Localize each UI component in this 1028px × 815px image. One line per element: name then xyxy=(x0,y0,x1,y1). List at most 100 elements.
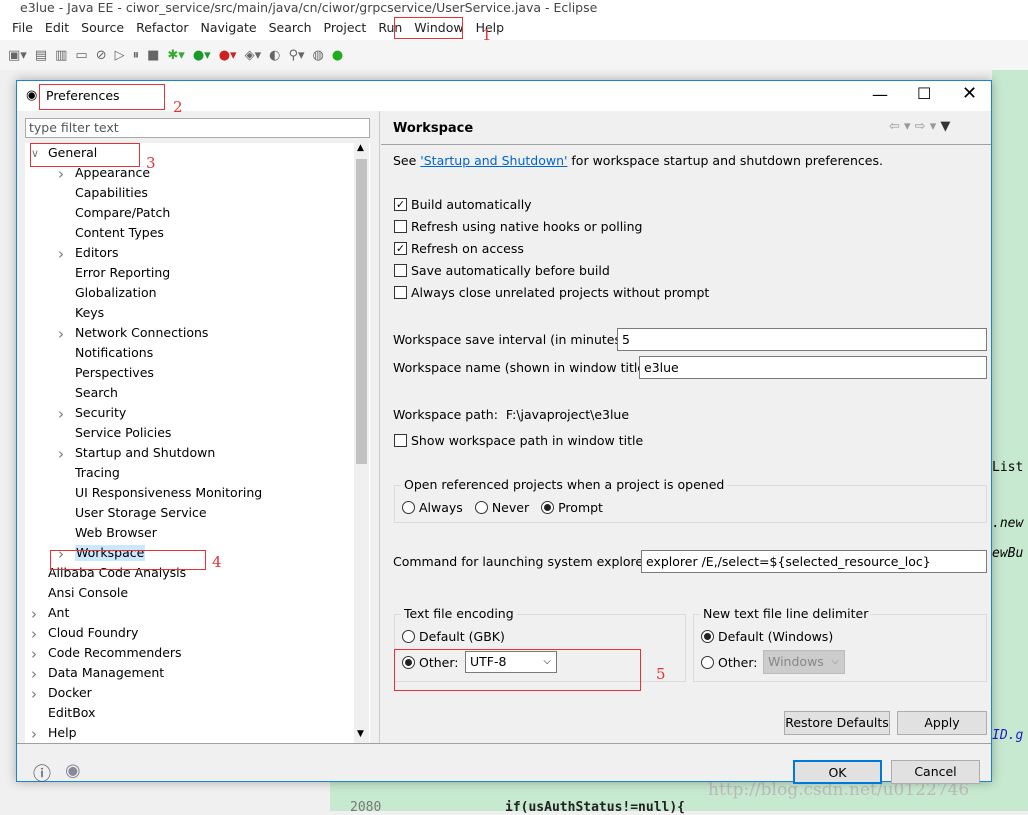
checkbox-box[interactable]: ✓ xyxy=(394,198,407,211)
tree-item[interactable]: Ant xyxy=(48,603,69,623)
filter-input[interactable]: type filter text xyxy=(25,118,370,138)
chevron-right-icon[interactable]: › xyxy=(58,244,64,264)
tree-item[interactable]: Globalization xyxy=(75,283,157,303)
startup-shutdown-link[interactable]: 'Startup and Shutdown' xyxy=(420,153,567,168)
chevron-right-icon[interactable]: › xyxy=(31,604,37,624)
checkbox-box[interactable]: ✓ xyxy=(394,242,407,255)
tree-item[interactable]: Startup and Shutdown xyxy=(75,443,215,463)
tree-item[interactable]: Keys xyxy=(75,303,104,323)
help-icon[interactable]: ⓘ xyxy=(33,760,51,786)
restore-defaults-button[interactable]: Restore Defaults xyxy=(784,711,890,735)
checkbox-box[interactable] xyxy=(394,264,407,277)
chevron-right-icon[interactable]: › xyxy=(31,684,37,704)
tree-item[interactable]: Security xyxy=(75,403,126,423)
run-server-icon[interactable]: ●▾ xyxy=(219,48,237,63)
minimize-button[interactable]: — xyxy=(872,85,888,104)
tree-item[interactable]: Ansi Console xyxy=(48,583,128,603)
delimiter-other-radio[interactable]: Other: xyxy=(701,655,757,670)
tree-item[interactable]: Help xyxy=(48,723,77,743)
tree-item[interactable]: Web Browser xyxy=(75,523,157,543)
chevron-right-icon[interactable]: › xyxy=(58,444,64,464)
tree-item[interactable]: Notifications xyxy=(75,343,153,363)
radio-button[interactable] xyxy=(541,501,555,514)
open-type-icon[interactable]: ◐ xyxy=(269,48,280,63)
import-export-icon[interactable]: ◉ xyxy=(65,760,81,781)
encoding-default-radio[interactable]: Default (GBK) xyxy=(402,629,505,644)
new-icon[interactable]: ▣▾ xyxy=(8,48,27,63)
stop-icon[interactable]: ■ xyxy=(147,48,159,63)
show-path-checkbox[interactable]: Show workspace path in window title xyxy=(394,433,643,448)
radio-button[interactable] xyxy=(474,501,488,514)
tree-item[interactable]: Network Connections xyxy=(75,323,208,343)
new-project-icon[interactable]: ◈▾ xyxy=(245,48,262,63)
checkbox-0[interactable]: ✓ Build automatically xyxy=(394,197,532,212)
menu-source[interactable]: Source xyxy=(75,18,130,40)
chevron-right-icon[interactable]: › xyxy=(31,644,37,664)
skip-icon[interactable]: ⊘ xyxy=(96,48,107,63)
checkbox-4[interactable]: Always close unrelated projects without … xyxy=(394,285,709,300)
tree-item[interactable]: Capabilities xyxy=(75,183,148,203)
save-all-icon[interactable]: ▥ xyxy=(55,48,67,63)
checkbox-1[interactable]: Refresh using native hooks or polling xyxy=(394,219,643,234)
ok-button[interactable]: OK xyxy=(793,760,882,784)
nav-back-forward[interactable]: ⇦ ▾ ⇨ ▾ ▼ xyxy=(889,119,950,134)
explorer-command-input[interactable]: explorer /E,/select=${selected_resource_… xyxy=(641,550,987,573)
workspace-name-input[interactable]: e3lue xyxy=(639,356,987,379)
header-divider xyxy=(381,144,991,145)
tree-item[interactable]: Content Types xyxy=(75,223,164,243)
open-ref-radio-prompt[interactable]: Prompt xyxy=(541,500,603,515)
tree-item[interactable]: Service Policies xyxy=(75,423,171,443)
chevron-right-icon[interactable]: › xyxy=(58,164,64,184)
save-interval-input[interactable]: 5 xyxy=(617,328,987,351)
scrollbar-thumb[interactable] xyxy=(356,159,367,464)
tree-item[interactable]: Search xyxy=(75,383,118,403)
open-ref-radio-always[interactable]: Always xyxy=(402,500,463,515)
menu-project[interactable]: Project xyxy=(318,18,373,40)
chevron-right-icon[interactable]: › xyxy=(58,404,64,424)
menu-edit[interactable]: Edit xyxy=(39,18,75,40)
cancel-button[interactable]: Cancel xyxy=(891,760,980,784)
green-circle-icon[interactable]: ● xyxy=(332,48,343,63)
tree-item[interactable]: Editors xyxy=(75,243,119,263)
tree-item[interactable]: UI Responsiveness Monitoring xyxy=(75,483,262,503)
checkbox-2[interactable]: ✓ Refresh on access xyxy=(394,241,524,256)
tree-item[interactable]: EditBox xyxy=(48,703,95,723)
run-icon[interactable]: ●▾ xyxy=(193,48,211,63)
tree-item[interactable]: Error Reporting xyxy=(75,263,170,283)
apply-button[interactable]: Apply xyxy=(897,711,987,735)
globe-icon[interactable]: ◍ xyxy=(313,48,324,63)
chevron-right-icon[interactable]: › xyxy=(31,724,37,743)
tree-item[interactable]: Cloud Foundry xyxy=(48,623,138,643)
chevron-right-icon[interactable]: › xyxy=(31,664,37,684)
menu-navigate[interactable]: Navigate xyxy=(195,18,263,40)
debug-icon[interactable]: ✱▾ xyxy=(167,48,184,63)
tree-item[interactable]: User Storage Service xyxy=(75,503,207,523)
tree-item[interactable]: Data Management xyxy=(48,663,164,683)
search-icon[interactable]: ⚲▾ xyxy=(288,48,304,63)
save-icon[interactable]: ▤ xyxy=(35,48,47,63)
delimiter-select[interactable]: Windows ⌵ xyxy=(763,650,845,674)
tree-item[interactable]: Tracing xyxy=(75,463,120,483)
tree-item[interactable]: Compare/Patch xyxy=(75,203,170,223)
chevron-right-icon[interactable]: › xyxy=(58,324,64,344)
menu-file[interactable]: File xyxy=(6,18,39,40)
menu-refactor[interactable]: Refactor xyxy=(130,18,194,40)
annotation-2: 2 xyxy=(173,98,183,116)
menu-search[interactable]: Search xyxy=(263,18,318,40)
checkbox-box[interactable] xyxy=(394,220,407,233)
resume-icon[interactable]: ▷ xyxy=(115,48,125,63)
chevron-right-icon[interactable]: › xyxy=(31,624,37,644)
suspend-icon[interactable]: ⏸ xyxy=(133,48,140,63)
tree-item[interactable]: Docker xyxy=(48,683,92,703)
checkbox-box[interactable] xyxy=(394,286,407,299)
close-button[interactable]: ✕ xyxy=(962,83,977,104)
tree-item[interactable]: Perspectives xyxy=(75,363,154,383)
radio-button[interactable] xyxy=(402,501,415,514)
maximize-button[interactable]: ☐ xyxy=(917,84,931,103)
tree-item[interactable]: Code Recommenders xyxy=(48,643,182,663)
splitter[interactable] xyxy=(379,111,380,743)
delimiter-default-radio[interactable]: Default (Windows) xyxy=(701,629,833,644)
terminal-icon[interactable]: ▭ xyxy=(75,48,87,63)
checkbox-3[interactable]: Save automatically before build xyxy=(394,263,610,278)
open-ref-radio-never[interactable]: Never xyxy=(474,500,529,515)
